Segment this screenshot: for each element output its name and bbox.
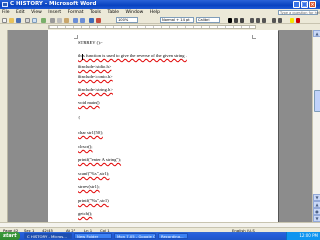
bullets-icon[interactable] (278, 17, 282, 23)
taskbar-item-word[interactable]: C HISTORY - Micros... (24, 233, 72, 239)
bold-icon[interactable] (228, 17, 232, 23)
doc-line-text: clrscr(); (78, 144, 93, 149)
maximize-button[interactable]: □ (301, 1, 308, 8)
doc-line-text: #include<string.h> (78, 87, 113, 92)
help-search-input[interactable]: Type a question for help (278, 10, 320, 15)
numbering-icon[interactable] (272, 17, 276, 23)
scroll-down-icon[interactable]: ▼ (313, 194, 320, 201)
menu-table[interactable]: Table (107, 10, 119, 15)
menu-edit[interactable]: Edit (16, 10, 25, 15)
doc-line: char str1[50]; (78, 130, 103, 135)
doc-line-text: #include<conio.h> (78, 74, 113, 79)
ruler-scale (48, 25, 256, 29)
menu-insert[interactable]: Insert (48, 10, 61, 15)
document-area: STRREV ():- this function is used to giv… (8, 30, 312, 222)
menu-file[interactable]: File (2, 10, 10, 15)
margin-corner-mark (252, 35, 256, 39)
cut-icon[interactable] (50, 17, 55, 23)
start-button[interactable]: start (0, 232, 20, 240)
menu-tools[interactable]: Tools (90, 10, 101, 15)
menu-view[interactable]: View (31, 10, 42, 15)
doc-line: this function is used to give the revers… (78, 53, 187, 58)
doc-line: strrev(str1); (78, 184, 100, 189)
menu-bar: File Edit View Insert Format Tools Table… (0, 9, 320, 16)
doc-heading: STRREV ():- (78, 40, 103, 45)
menu-help[interactable]: Help (150, 10, 160, 15)
columns-icon[interactable] (96, 17, 101, 23)
taskbar-item-recorder[interactable]: Recording... (158, 233, 188, 239)
doc-line: #include<stdio.h> (78, 64, 111, 69)
open-folder-icon[interactable] (9, 17, 14, 23)
doc-line-text: this function is used to give the revers… (78, 53, 187, 58)
title-bar: C HISTORY - Microsoft Word _ □ × (0, 0, 320, 9)
close-button[interactable]: × (309, 1, 316, 8)
doc-line-text: printf("%s",str1) (78, 198, 109, 203)
style-select[interactable]: Normal + 14 pt (160, 17, 194, 23)
align-center-icon[interactable] (256, 17, 260, 23)
doc-line-text: void main() (78, 100, 100, 105)
toolbar: 100% Normal + 14 pt Calibri (0, 16, 320, 24)
italic-icon[interactable] (234, 17, 238, 23)
scroll-up-icon[interactable]: ▲ (313, 30, 320, 37)
print-preview-icon[interactable] (32, 17, 37, 23)
doc-line: #include<conio.h> (78, 74, 113, 79)
word-window: C HISTORY - Microsoft Word _ □ × File Ed… (0, 0, 320, 240)
text-cursor (82, 54, 83, 60)
vertical-ruler (0, 30, 8, 222)
doc-line: printf("enter A string"); (78, 157, 121, 162)
minimize-button[interactable]: _ (293, 1, 300, 8)
scroll-thumb[interactable] (313, 90, 320, 112)
insert-table-icon[interactable] (89, 17, 94, 23)
doc-line-text: scanf("%s",str1); (78, 171, 110, 176)
align-left-icon[interactable] (250, 17, 254, 23)
font-color-icon[interactable] (296, 17, 300, 23)
font-select[interactable]: Calibri (196, 17, 220, 23)
menu-format[interactable]: Format (68, 10, 84, 15)
doc-line-text: char str1[50]; (78, 130, 103, 135)
taskbar-item-browser[interactable]: Mon 7.05 - Google Ch... (114, 233, 156, 239)
print-icon[interactable] (25, 17, 30, 23)
word-app-icon (2, 2, 8, 7)
previous-page-icon[interactable]: ▲ (313, 201, 320, 208)
save-icon[interactable] (16, 17, 21, 23)
highlight-icon[interactable] (290, 17, 294, 23)
window-title: C HISTORY - Microsoft Word (10, 1, 97, 7)
select-browse-object-icon[interactable]: ● (313, 208, 320, 215)
document-page[interactable]: STRREV ():- this function is used to giv… (48, 30, 278, 222)
redo-icon[interactable] (80, 17, 85, 23)
margin-corner-mark (74, 35, 78, 39)
undo-icon[interactable] (73, 17, 78, 23)
underline-icon[interactable] (240, 17, 244, 23)
doc-line: #include<string.h> (78, 87, 113, 92)
next-page-icon[interactable]: ▼ (313, 215, 320, 222)
doc-line-text: #include<stdio.h> (78, 64, 112, 69)
menu-window[interactable]: Window (126, 10, 144, 15)
doc-line: scanf("%s",str1); (78, 171, 109, 176)
doc-line: printf("%s",str1) (78, 198, 109, 203)
doc-line-text: getch(); (78, 211, 93, 216)
spelling-icon[interactable] (41, 17, 46, 23)
doc-line: { (78, 115, 81, 120)
doc-line: void main() (78, 100, 100, 105)
clock: 12:00 PM (299, 233, 318, 238)
doc-line: clrscr(); (78, 144, 93, 149)
copy-icon[interactable] (57, 17, 62, 23)
align-right-icon[interactable] (262, 17, 266, 23)
vertical-scrollbar[interactable]: ▲ ▼ ▲ ● ▼ (312, 30, 320, 222)
doc-line-text: printf("enter A string"); (78, 157, 122, 162)
paste-icon[interactable] (64, 17, 69, 23)
zoom-select[interactable]: 100% (116, 17, 138, 23)
doc-line: getch(); (78, 211, 92, 216)
new-document-icon[interactable] (2, 17, 7, 23)
taskbar-item-folder[interactable]: New Folder (74, 233, 112, 239)
taskbar: start C HISTORY - Micros... New Folder M… (0, 232, 320, 240)
system-tray: 12:00 PM (286, 232, 320, 240)
doc-line-text: strrev(str1); (78, 184, 100, 189)
